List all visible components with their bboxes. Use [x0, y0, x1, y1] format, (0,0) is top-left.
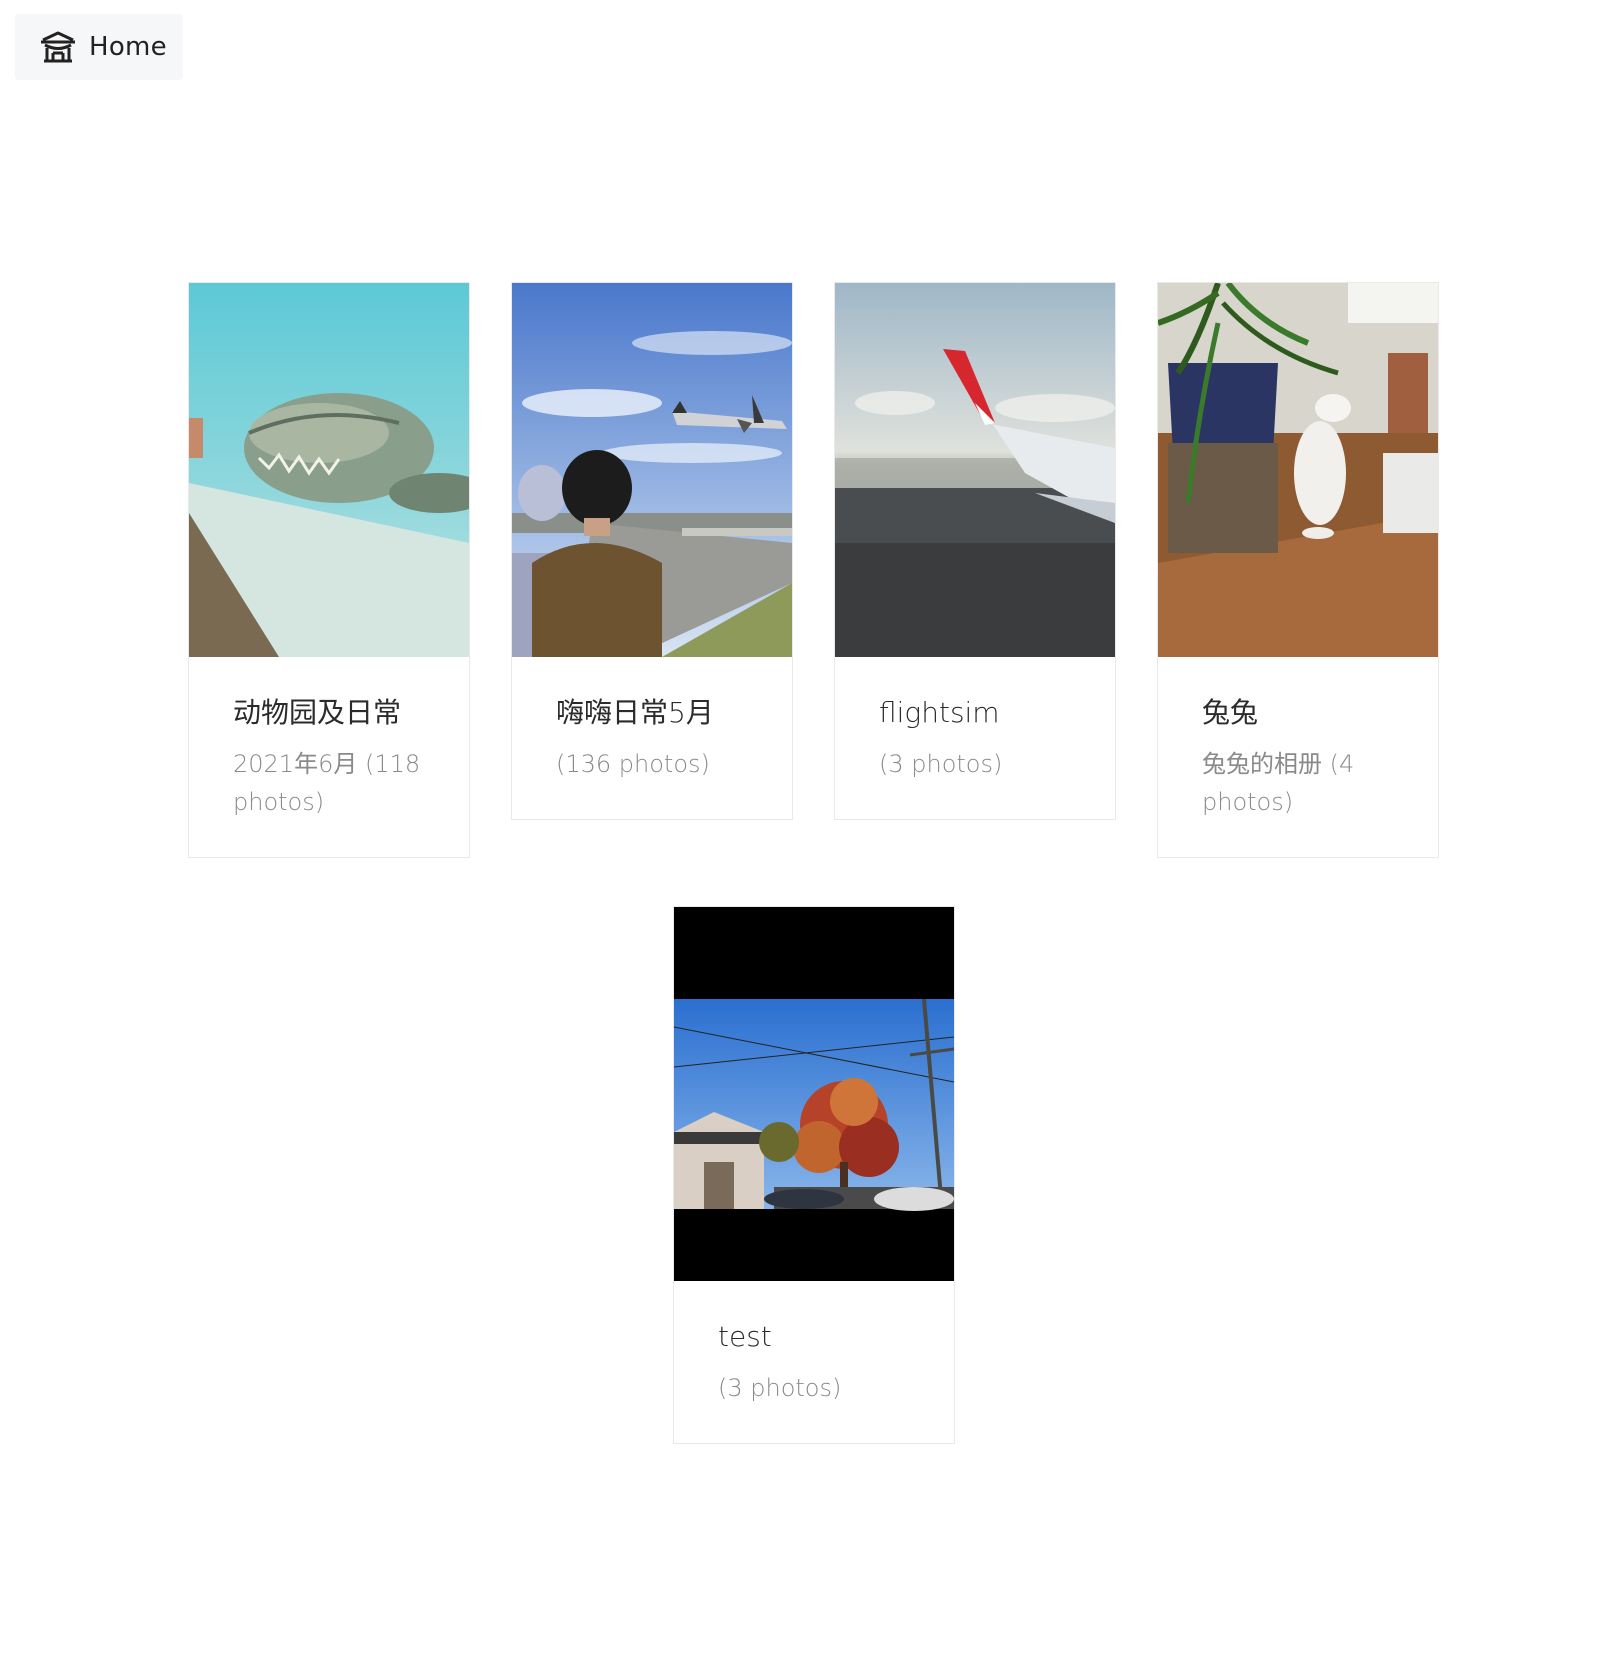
album-card[interactable]: 兔兔 兔兔的相册 (4 photos)	[1157, 282, 1439, 858]
album-card[interactable]: test (3 photos)	[673, 906, 955, 1444]
album-subtitle: (136 photos)	[556, 750, 710, 778]
album-subtitle: (3 photos)	[879, 750, 1003, 778]
album-subtitle: 2021年6月 (118 photos)	[233, 750, 421, 816]
album-title: 兔兔	[1202, 696, 1259, 729]
aircraft-wing-over-city-photo	[835, 283, 1115, 657]
album-card[interactable]: 嗨嗨日常5月 (136 photos)	[511, 282, 793, 820]
album-title: flightsim	[879, 696, 1000, 729]
album-title: 动物园及日常	[233, 696, 402, 729]
album-cover-image	[1158, 283, 1438, 657]
album-subtitle: 兔兔的相册 (4 photos)	[1202, 750, 1355, 816]
storefront-icon	[41, 31, 75, 63]
album-cover-image	[189, 283, 469, 657]
autumn-tree-street-photo	[674, 907, 954, 1281]
album-subtitle: (3 photos)	[718, 1374, 842, 1402]
crocodile-underwater-photo	[189, 283, 469, 657]
airplane-over-spectators-photo	[512, 283, 792, 657]
rabbit-by-plant-photo	[1158, 283, 1438, 657]
album-card[interactable]: 动物园及日常 2021年6月 (118 photos)	[188, 282, 470, 858]
album-title: 嗨嗨日常5月	[556, 696, 714, 729]
home-label: Home	[89, 32, 167, 62]
album-card[interactable]: flightsim (3 photos)	[834, 282, 1116, 820]
home-button[interactable]: Home	[15, 14, 183, 80]
album-title: test	[718, 1320, 772, 1353]
album-cover-image	[835, 283, 1115, 657]
album-cover-image	[674, 907, 954, 1281]
album-cover-image	[512, 283, 792, 657]
